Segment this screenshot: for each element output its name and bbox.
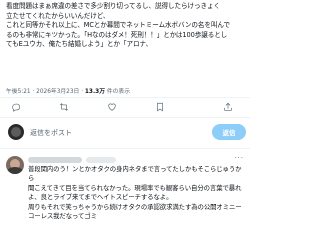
divider — [0, 148, 250, 149]
views-label: 件の表示 — [105, 89, 131, 95]
retweet-icon[interactable] — [58, 101, 70, 113]
comment-line: コーレス我だなってゴミ — [28, 212, 97, 221]
reply-button[interactable]: 返信 — [212, 124, 246, 140]
comment-line: よ、良とライブ来てまでヘイトスピーチするなよ。 — [28, 193, 173, 202]
comment-line: 聞こえてきて目を当てられなかった。現場率でも観客らい自分の言葉で暴れ — [28, 183, 242, 192]
post-meta: 午後5:21 · 2026年3月23日 · 13.3万 件の表示 — [6, 86, 130, 95]
comment-line: 周りもそれで笑っちゃうから続けオタクの承認欲求満たす為の公開オミニー — [28, 202, 242, 211]
bookmark-icon[interactable] — [154, 101, 166, 113]
more-icon[interactable]: ··· — [234, 154, 244, 162]
divider — [0, 117, 250, 118]
post-line: るのも非常にキツかった。「Hなのはダメ！死刑！！」とかは100歩譲るとし — [6, 30, 228, 39]
avatar[interactable] — [8, 124, 24, 140]
divider — [0, 97, 250, 98]
post-line: これと同等かそれ以上に、MCとか幕間でネットミーム水ボバンの名を叫んで — [6, 21, 230, 30]
post-line: 看度問題はまぁ席違の差さで多少割り切ってるし、説得したらけっきょく — [6, 2, 220, 10]
share-icon[interactable] — [222, 101, 234, 113]
views-count: 13.3万 — [84, 89, 105, 95]
like-icon[interactable] — [106, 101, 118, 113]
post-line: てもEユウカ、俺たち結婚しよう」とか「アロナ、 — [6, 40, 153, 49]
comment-text: 普段関内のう！ンとかオタクの身内ネタまで言ってたしかもそこらじゅうから 聞こえて… — [28, 165, 246, 221]
reply-composer: 返信をポスト 返信 — [0, 122, 250, 144]
reply-icon[interactable] — [10, 101, 22, 113]
action-bar — [0, 100, 250, 114]
redacted-username[interactable] — [28, 157, 82, 163]
post-text: 看度問題はまぁ席違の差さで多少割り切ってるし、説得したらけっきょく 立たせてくれ… — [6, 2, 244, 50]
post-line: 立たせてくれたからいいんだけど、 — [6, 11, 110, 20]
redacted-handle[interactable] — [86, 157, 116, 163]
reply-input[interactable]: 返信をポスト — [30, 128, 72, 138]
post-timestamp[interactable]: 午後5:21 · 2026年3月23日 · — [6, 89, 85, 95]
comment-line: 普段関内のう！ンとかオタクの身内ネタまで言ってたしかもそこらじゅうから — [28, 165, 242, 183]
avatar[interactable] — [6, 156, 24, 174]
